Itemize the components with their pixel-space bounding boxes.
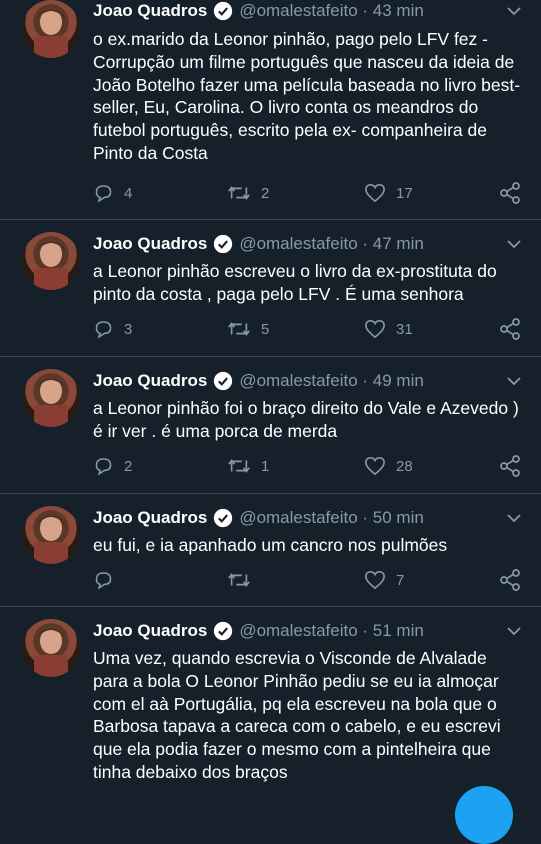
chevron-down-icon[interactable] xyxy=(507,376,521,386)
retweet-button[interactable]: 1 xyxy=(227,456,269,476)
verified-icon xyxy=(213,371,233,391)
compose-tweet-button[interactable] xyxy=(455,786,513,844)
like-button[interactable]: 31 xyxy=(364,319,413,339)
tweet-header: Joao Quadros @omalestafeito · 43 min xyxy=(93,0,424,24)
author-name[interactable]: Joao Quadros xyxy=(93,1,207,21)
author-handle[interactable]: @omalestafeito xyxy=(239,234,357,254)
like-icon xyxy=(365,183,385,203)
author-name[interactable]: Joao Quadros xyxy=(93,508,207,528)
retweet-icon xyxy=(228,573,250,587)
author-handle[interactable]: @omalestafeito xyxy=(239,621,357,641)
dot-separator: · xyxy=(357,508,373,527)
tweet-header: Joao Quadros @omalestafeito · 47 min xyxy=(93,231,424,257)
avatar[interactable] xyxy=(22,506,80,564)
like-icon xyxy=(365,456,385,476)
share-button[interactable] xyxy=(499,318,521,340)
share-button[interactable] xyxy=(499,569,521,591)
tweet-actions: 2 1 28 xyxy=(93,455,521,477)
reply-icon xyxy=(95,185,112,203)
avatar[interactable] xyxy=(22,0,80,58)
share-icon xyxy=(500,318,520,340)
tweet-text: eu fui, e ia apanhado um cancro nos pulm… xyxy=(93,535,448,555)
like-button[interactable]: 17 xyxy=(364,183,413,203)
tweet[interactable]: Joao Quadros @omalestafeito · 49 min a L… xyxy=(0,357,541,494)
author-name[interactable]: Joao Quadros xyxy=(93,234,207,254)
reply-icon xyxy=(95,572,112,590)
retweet-button[interactable] xyxy=(227,570,261,590)
share-icon xyxy=(500,569,520,591)
reply-icon xyxy=(95,458,112,476)
tweet[interactable]: Joao Quadros @omalestafeito · 47 min a L… xyxy=(0,220,541,357)
retweet-button[interactable]: 5 xyxy=(227,319,269,339)
verified-icon xyxy=(213,234,233,254)
timestamp[interactable]: 43 min xyxy=(373,1,424,21)
avatar[interactable] xyxy=(22,232,80,290)
retweet-icon xyxy=(228,459,250,473)
author-handle[interactable]: @omalestafeito xyxy=(239,371,357,391)
tweet-actions: 3 5 31 xyxy=(93,318,521,340)
timestamp[interactable]: 49 min xyxy=(373,371,424,391)
reply-button[interactable]: 4 xyxy=(93,183,132,203)
retweet-count: 2 xyxy=(261,184,270,202)
tweet[interactable]: Joao Quadros @omalestafeito · 51 min Uma… xyxy=(0,607,541,804)
share-icon xyxy=(500,182,520,204)
avatar[interactable] xyxy=(22,619,80,677)
author-handle[interactable]: @omalestafeito xyxy=(239,508,357,528)
share-button[interactable] xyxy=(499,455,521,477)
tweet-text: o ex.marido da Leonor pinhão, pago pelo … xyxy=(93,29,521,163)
tweet-actions: 7 xyxy=(93,569,521,591)
chevron-down-icon[interactable] xyxy=(507,626,521,636)
like-count: 17 xyxy=(396,184,413,202)
like-button[interactable]: 28 xyxy=(364,456,413,476)
tweet-text: Uma vez, quando escrevia o Visconde de A… xyxy=(93,648,506,782)
like-count: 28 xyxy=(396,457,413,475)
dot-separator: · xyxy=(357,1,373,20)
reply-count: 4 xyxy=(124,184,133,202)
timestamp[interactable]: 50 min xyxy=(373,508,424,528)
reply-button[interactable] xyxy=(93,570,124,590)
retweet-count: 1 xyxy=(261,457,270,475)
tweet[interactable]: Joao Quadros @omalestafeito · 43 min o e… xyxy=(0,0,541,220)
dot-separator: · xyxy=(357,371,373,390)
timestamp[interactable]: 47 min xyxy=(373,234,424,254)
retweet-button[interactable]: 2 xyxy=(227,183,269,203)
tweet-header: Joao Quadros @omalestafeito · 50 min xyxy=(93,505,424,531)
tweet-text: a Leonor pinhão foi o braço direito do V… xyxy=(93,398,524,441)
chevron-down-icon[interactable] xyxy=(507,513,521,523)
verified-icon xyxy=(213,508,233,528)
verified-icon xyxy=(213,621,233,641)
share-icon xyxy=(500,455,520,477)
reply-icon xyxy=(95,321,112,339)
retweet-count: 5 xyxy=(261,320,270,338)
reply-button[interactable]: 3 xyxy=(93,319,132,339)
author-name[interactable]: Joao Quadros xyxy=(93,621,207,641)
like-count: 7 xyxy=(396,571,405,589)
chevron-down-icon[interactable] xyxy=(507,239,521,249)
reply-count: 3 xyxy=(124,320,133,338)
tweet[interactable]: Joao Quadros @omalestafeito · 50 min eu … xyxy=(0,494,541,607)
tweet-header: Joao Quadros @omalestafeito · 49 min xyxy=(93,368,424,394)
dot-separator: · xyxy=(357,234,373,253)
like-button[interactable]: 7 xyxy=(364,570,404,590)
author-handle[interactable]: @omalestafeito xyxy=(239,1,357,21)
share-button[interactable] xyxy=(499,182,521,204)
like-count: 31 xyxy=(396,320,413,338)
tweet-actions: 4 2 17 xyxy=(93,182,521,204)
tweet-header: Joao Quadros @omalestafeito · 51 min xyxy=(93,618,424,644)
retweet-icon xyxy=(228,322,250,336)
like-icon xyxy=(365,319,385,339)
reply-count: 2 xyxy=(124,457,133,475)
dot-separator: · xyxy=(357,621,373,640)
tweet-text: a Leonor pinhão escreveu o livro da ex-p… xyxy=(93,261,502,304)
chevron-down-icon[interactable] xyxy=(507,6,521,16)
like-icon xyxy=(365,570,385,590)
reply-button[interactable]: 2 xyxy=(93,456,132,476)
author-name[interactable]: Joao Quadros xyxy=(93,371,207,391)
verified-icon xyxy=(213,1,233,21)
retweet-icon xyxy=(228,186,250,200)
avatar[interactable] xyxy=(22,369,80,427)
timestamp[interactable]: 51 min xyxy=(373,621,424,641)
